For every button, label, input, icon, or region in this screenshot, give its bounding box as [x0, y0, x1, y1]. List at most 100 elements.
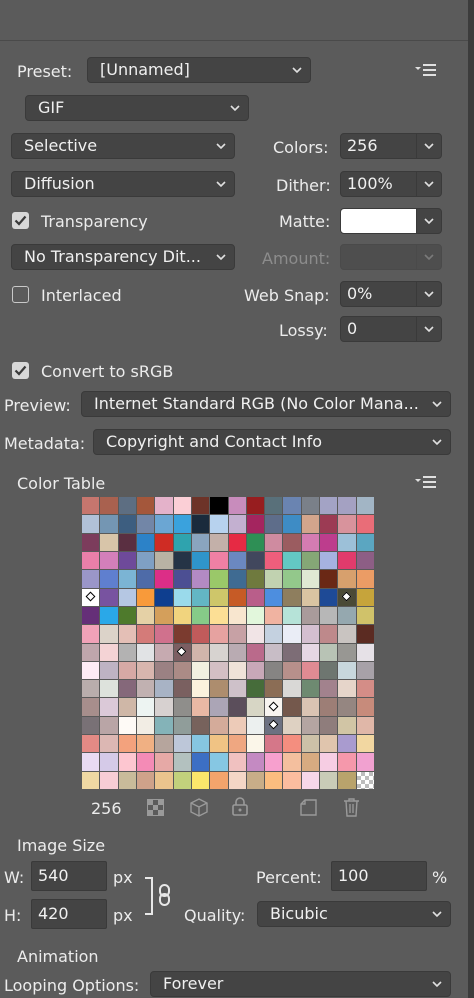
color-swatch[interactable] [155, 698, 173, 716]
web-snap-combo[interactable]: 0% [340, 281, 442, 307]
color-swatch[interactable] [265, 771, 283, 789]
color-swatch[interactable] [155, 551, 173, 570]
color-swatch[interactable] [283, 551, 301, 570]
color-swatch[interactable] [320, 680, 338, 698]
color-swatch[interactable] [118, 643, 136, 661]
color-swatch[interactable] [118, 533, 136, 551]
color-swatch[interactable] [301, 551, 320, 570]
percent-input[interactable]: 100 [331, 861, 427, 891]
color-swatch[interactable] [320, 735, 338, 753]
color-swatch[interactable] [246, 533, 265, 551]
color-swatch[interactable] [246, 570, 265, 588]
color-swatch[interactable] [338, 771, 356, 789]
web-snap-dropdown-button[interactable] [416, 281, 442, 307]
color-swatch[interactable] [173, 533, 191, 551]
color-swatch[interactable] [136, 533, 155, 551]
color-swatch[interactable] [191, 497, 210, 515]
color-swatch[interactable] [338, 680, 356, 698]
color-swatch[interactable] [246, 771, 265, 789]
color-swatch[interactable] [356, 661, 374, 680]
color-swatch[interactable] [301, 643, 320, 661]
color-swatch[interactable] [173, 698, 191, 716]
color-swatch[interactable] [338, 735, 356, 753]
color-swatch[interactable] [265, 698, 283, 716]
color-swatch[interactable] [191, 643, 210, 661]
color-swatch[interactable] [283, 771, 301, 789]
color-swatch[interactable] [173, 570, 191, 588]
color-swatch[interactable] [100, 551, 118, 570]
color-swatch[interactable] [228, 625, 246, 643]
color-swatch[interactable] [283, 716, 301, 735]
color-swatch[interactable] [301, 716, 320, 735]
color-swatch[interactable] [82, 698, 100, 716]
color-swatch[interactable] [320, 588, 338, 606]
color-swatch[interactable] [246, 515, 265, 533]
web-shift-cube-icon[interactable] [190, 798, 208, 817]
color-swatch[interactable] [155, 588, 173, 606]
color-swatch[interactable] [228, 570, 246, 588]
color-swatch[interactable] [100, 680, 118, 698]
color-swatch[interactable] [265, 625, 283, 643]
color-swatch[interactable] [136, 625, 155, 643]
color-swatch[interactable] [136, 698, 155, 716]
color-swatch[interactable] [136, 588, 155, 606]
color-swatch[interactable] [191, 570, 210, 588]
color-swatch[interactable] [173, 716, 191, 735]
color-swatch[interactable] [320, 643, 338, 661]
convert-srgb-checkbox[interactable] [12, 362, 29, 379]
color-swatch[interactable] [136, 661, 155, 680]
color-swatch[interactable] [265, 661, 283, 680]
color-swatch[interactable] [228, 771, 246, 789]
color-swatch[interactable] [118, 771, 136, 789]
color-swatch[interactable] [210, 753, 228, 771]
color-swatch[interactable] [118, 606, 136, 625]
color-swatch[interactable] [100, 643, 118, 661]
color-swatch[interactable] [283, 625, 301, 643]
trash-icon[interactable] [343, 797, 360, 817]
color-swatch[interactable] [246, 661, 265, 680]
color-swatch[interactable] [228, 753, 246, 771]
color-swatch[interactable] [82, 643, 100, 661]
color-swatch[interactable] [82, 570, 100, 588]
color-swatch[interactable] [118, 625, 136, 643]
color-swatch[interactable] [356, 698, 374, 716]
color-swatch[interactable] [356, 716, 374, 735]
color-swatch[interactable] [320, 716, 338, 735]
color-swatch[interactable] [320, 551, 338, 570]
color-swatch[interactable] [338, 588, 356, 606]
color-swatch[interactable] [136, 735, 155, 753]
color-swatch[interactable] [320, 698, 338, 716]
color-swatch[interactable] [100, 570, 118, 588]
color-swatch[interactable] [301, 570, 320, 588]
color-swatch[interactable] [118, 661, 136, 680]
color-swatch[interactable] [283, 497, 301, 515]
color-swatch[interactable] [283, 606, 301, 625]
color-swatch[interactable] [228, 716, 246, 735]
color-swatch[interactable] [82, 753, 100, 771]
color-swatch[interactable] [338, 533, 356, 551]
transparency-checkbox[interactable] [12, 212, 29, 229]
color-swatch[interactable] [155, 515, 173, 533]
colors-dropdown-button[interactable] [416, 133, 442, 159]
color-swatch[interactable] [118, 753, 136, 771]
color-swatch[interactable] [265, 716, 283, 735]
color-swatch[interactable] [173, 753, 191, 771]
looping-options-select[interactable]: Forever [150, 971, 451, 997]
color-swatch[interactable] [136, 606, 155, 625]
lossy-dropdown-button[interactable] [416, 316, 442, 342]
color-swatch[interactable] [283, 570, 301, 588]
color-swatch[interactable] [338, 698, 356, 716]
new-color-icon[interactable] [300, 799, 317, 816]
color-swatch[interactable] [100, 716, 118, 735]
color-swatch[interactable] [338, 643, 356, 661]
color-swatch[interactable] [100, 606, 118, 625]
color-swatch[interactable] [246, 625, 265, 643]
color-swatch[interactable] [191, 661, 210, 680]
color-swatch[interactable] [301, 588, 320, 606]
color-swatch[interactable] [356, 680, 374, 698]
color-swatch[interactable] [210, 551, 228, 570]
color-swatch[interactable] [320, 570, 338, 588]
color-swatch[interactable] [210, 716, 228, 735]
color-swatch[interactable] [210, 497, 228, 515]
lossy-combo[interactable]: 0 [340, 316, 442, 342]
